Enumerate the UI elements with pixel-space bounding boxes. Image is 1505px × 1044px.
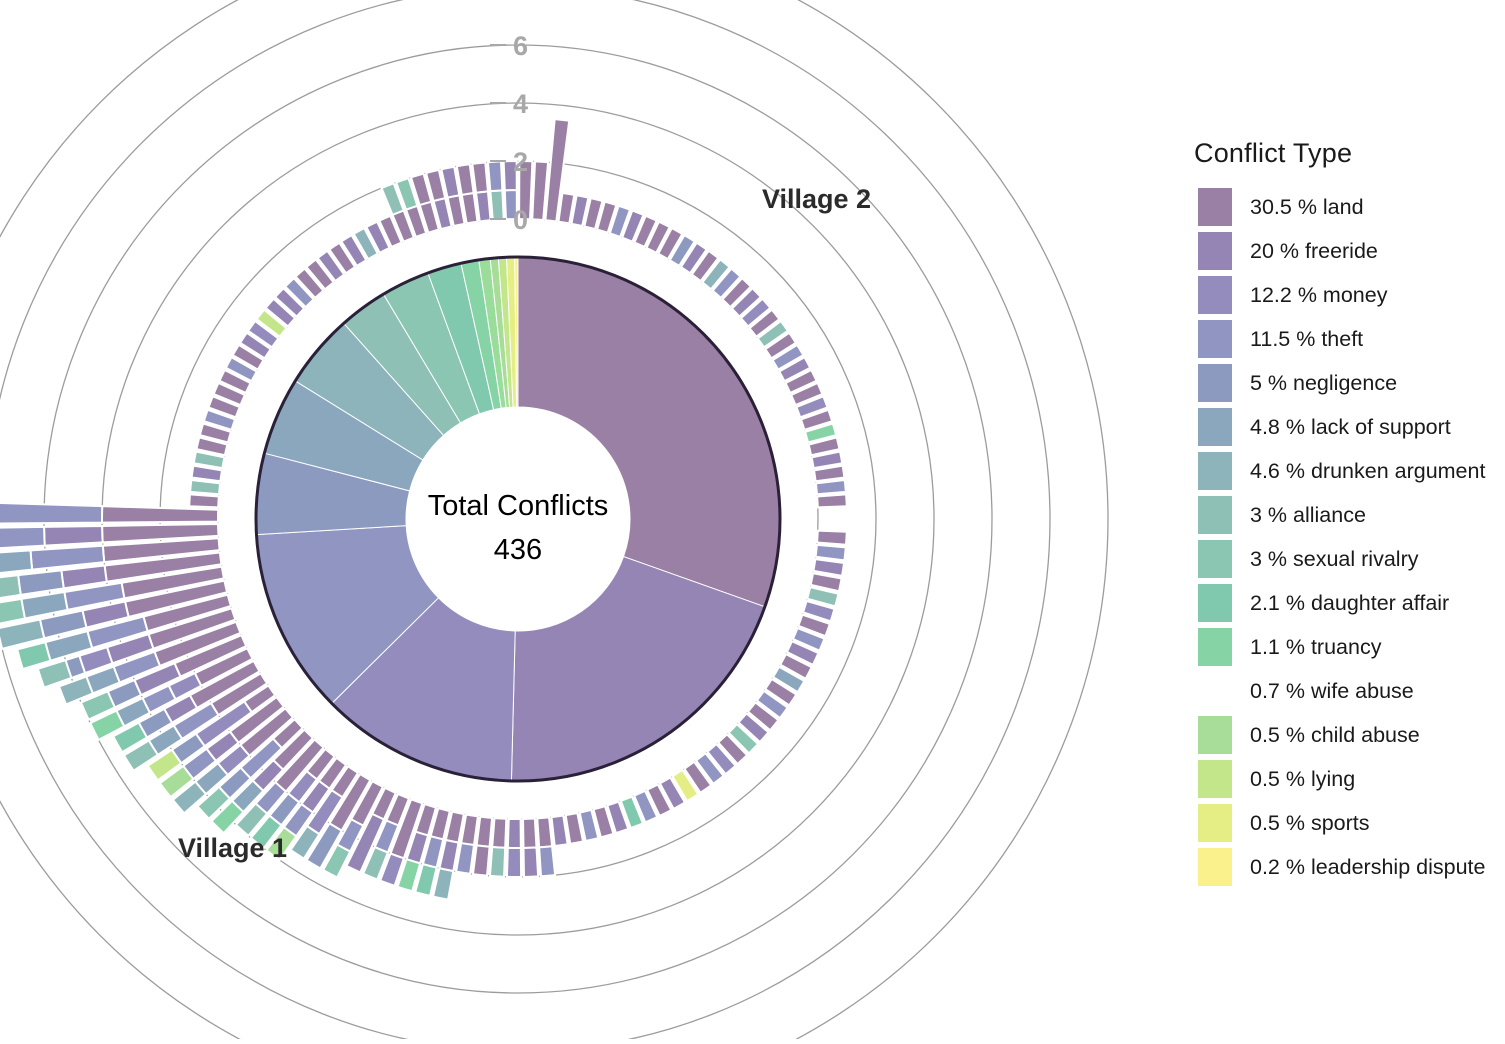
- legend-swatch: [1198, 276, 1232, 314]
- village-1-label: Village 1: [178, 833, 288, 863]
- legend-label: 0.2 % leadership dispute: [1250, 854, 1486, 879]
- legend-item[interactable]: 5 % negligence: [1190, 361, 1505, 405]
- stacked-bar-segment[interactable]: [474, 190, 492, 223]
- legend-label: 0.5 % lying: [1250, 766, 1356, 791]
- stacked-bar-segment[interactable]: [522, 817, 538, 849]
- stacked-bar-segment[interactable]: [488, 845, 507, 878]
- radial-tick-label: 8: [513, 0, 528, 3]
- stacked-bar-segment[interactable]: [0, 597, 27, 625]
- legend-swatch: [1198, 760, 1232, 798]
- legend-label: 11.5 % theft: [1250, 326, 1364, 351]
- stacked-bar-segment[interactable]: [550, 814, 569, 848]
- legend-swatch: [1198, 584, 1232, 622]
- radial-tick-label: 4: [513, 89, 528, 119]
- legend-label: 20 % freeride: [1250, 238, 1378, 263]
- legend-label: 2.1 % daughter affair: [1250, 590, 1450, 615]
- legend-item[interactable]: 0.5 % sports: [1190, 801, 1505, 845]
- legend-label: 0.5 % sports: [1250, 810, 1370, 835]
- legend-label: 0.5 % child abuse: [1250, 722, 1420, 747]
- legend-item[interactable]: 0.2 % leadership dispute: [1190, 845, 1505, 889]
- legend-swatch: [1198, 672, 1232, 710]
- stacked-bar-segment[interactable]: [0, 525, 46, 550]
- stacked-bar-segment[interactable]: [491, 817, 508, 849]
- stacked-bar-segment[interactable]: [454, 841, 476, 875]
- legend-swatch: [1198, 452, 1232, 490]
- legend-item[interactable]: 0.5 % child abuse: [1190, 713, 1505, 757]
- legend-swatch: [1198, 232, 1232, 270]
- stacked-bar-segment[interactable]: [506, 817, 522, 849]
- center-total-value: 436: [494, 534, 542, 566]
- stacked-bar-segment[interactable]: [471, 161, 490, 194]
- stacked-bar-segment[interactable]: [814, 543, 847, 562]
- legend-swatch: [1198, 496, 1232, 534]
- legend-item[interactable]: 20 % freeride: [1190, 229, 1505, 273]
- radial-conflict-chart: 0246810 Total Conflicts 436 Village 1 Vi…: [0, 0, 1505, 1044]
- chart-canvas: 0246810 Total Conflicts 436 Village 1 Vi…: [0, 0, 1180, 1044]
- stacked-bar-segment[interactable]: [475, 815, 494, 848]
- stacked-bar-segment[interactable]: [0, 574, 22, 601]
- legend: Conflict Type 30.5 % land 20 % freeride 12…: [1190, 138, 1505, 889]
- radial-tick-label: 6: [513, 31, 528, 61]
- stacked-bar-segment[interactable]: [816, 493, 848, 509]
- legend-item[interactable]: 1.1 % truancy: [1190, 625, 1505, 669]
- radial-tick-label: 0: [513, 205, 528, 235]
- stacked-bar-segment[interactable]: [17, 569, 65, 597]
- legend-swatch: [1198, 848, 1232, 886]
- stacked-bar-segment[interactable]: [522, 846, 540, 878]
- legend-title: Conflict Type: [1194, 138, 1353, 168]
- stacked-bar-segment[interactable]: [486, 160, 504, 193]
- stacked-bar-segment[interactable]: [489, 189, 505, 222]
- stacked-bar-segment[interactable]: [101, 505, 220, 524]
- stacked-bar-segment[interactable]: [536, 816, 554, 849]
- legend-item[interactable]: 3 % sexual rivalry: [1190, 537, 1505, 581]
- stacked-bar-segment[interactable]: [15, 640, 52, 671]
- stacked-bar-segment[interactable]: [814, 478, 847, 496]
- legend-swatch: [1198, 628, 1232, 666]
- legend-swatch: [1198, 540, 1232, 578]
- legend-label: 3 % alliance: [1250, 502, 1366, 527]
- legend-swatch: [1198, 364, 1232, 402]
- legend-label: 0.7 % wife abuse: [1250, 678, 1414, 703]
- stacked-bar-segment[interactable]: [538, 845, 557, 878]
- stacked-bar-segment[interactable]: [471, 844, 491, 877]
- center-total-label: Total Conflicts 436: [428, 490, 609, 566]
- legend-item[interactable]: 30.5 % land: [1190, 185, 1505, 229]
- legend-swatch: [1198, 408, 1232, 446]
- legend-item[interactable]: 0.7 % wife abuse: [1190, 669, 1505, 713]
- legend-item[interactable]: 4.8 % lack of support: [1190, 405, 1505, 449]
- legend-swatch: [1198, 320, 1232, 358]
- radial-tick-label: 2: [513, 147, 528, 177]
- village-2-label: Village 2: [762, 184, 872, 214]
- legend-swatch: [1198, 716, 1232, 754]
- legend-item[interactable]: 0.5 % lying: [1190, 757, 1505, 801]
- legend-label: 1.1 % truancy: [1250, 634, 1382, 659]
- stacked-bar-segment[interactable]: [188, 493, 220, 509]
- stacked-bar-segment[interactable]: [0, 549, 34, 574]
- stacked-bar-segment[interactable]: [43, 524, 104, 547]
- stacked-bar-segment[interactable]: [816, 529, 848, 546]
- legend-label: 30.5 % land: [1250, 194, 1364, 219]
- circular-stacked-bar-chart: 0246810 Total Conflicts 436: [0, 0, 1109, 1044]
- legend-label: 4.6 % drunken argument: [1250, 458, 1486, 483]
- stacked-bar-segment[interactable]: [0, 502, 104, 525]
- legend-label: 4.8 % lack of support: [1250, 414, 1451, 439]
- legend-swatch: [1198, 804, 1232, 842]
- legend-item[interactable]: 3 % alliance: [1190, 493, 1505, 537]
- legend-item[interactable]: 2.1 % daughter affair: [1190, 581, 1505, 625]
- legend-label: 12.2 % money: [1250, 282, 1388, 307]
- legend-label: 5 % negligence: [1250, 370, 1398, 395]
- legend-item[interactable]: 4.6 % drunken argument: [1190, 449, 1505, 493]
- legend-swatch: [1198, 188, 1232, 226]
- stacked-bar-segment[interactable]: [505, 846, 523, 879]
- stacked-bar-segment[interactable]: [189, 478, 222, 496]
- legend-item-list: 30.5 % land 20 % freeride 12.2 % money 11.5…: [1190, 185, 1505, 889]
- legend-item[interactable]: 12.2 % money: [1190, 273, 1505, 317]
- legend-item[interactable]: 11.5 % theft: [1190, 317, 1505, 361]
- legend-label: 3 % sexual rivalry: [1250, 546, 1419, 571]
- center-total-title: Total Conflicts: [428, 490, 609, 522]
- stacked-bar-segment[interactable]: [60, 564, 108, 590]
